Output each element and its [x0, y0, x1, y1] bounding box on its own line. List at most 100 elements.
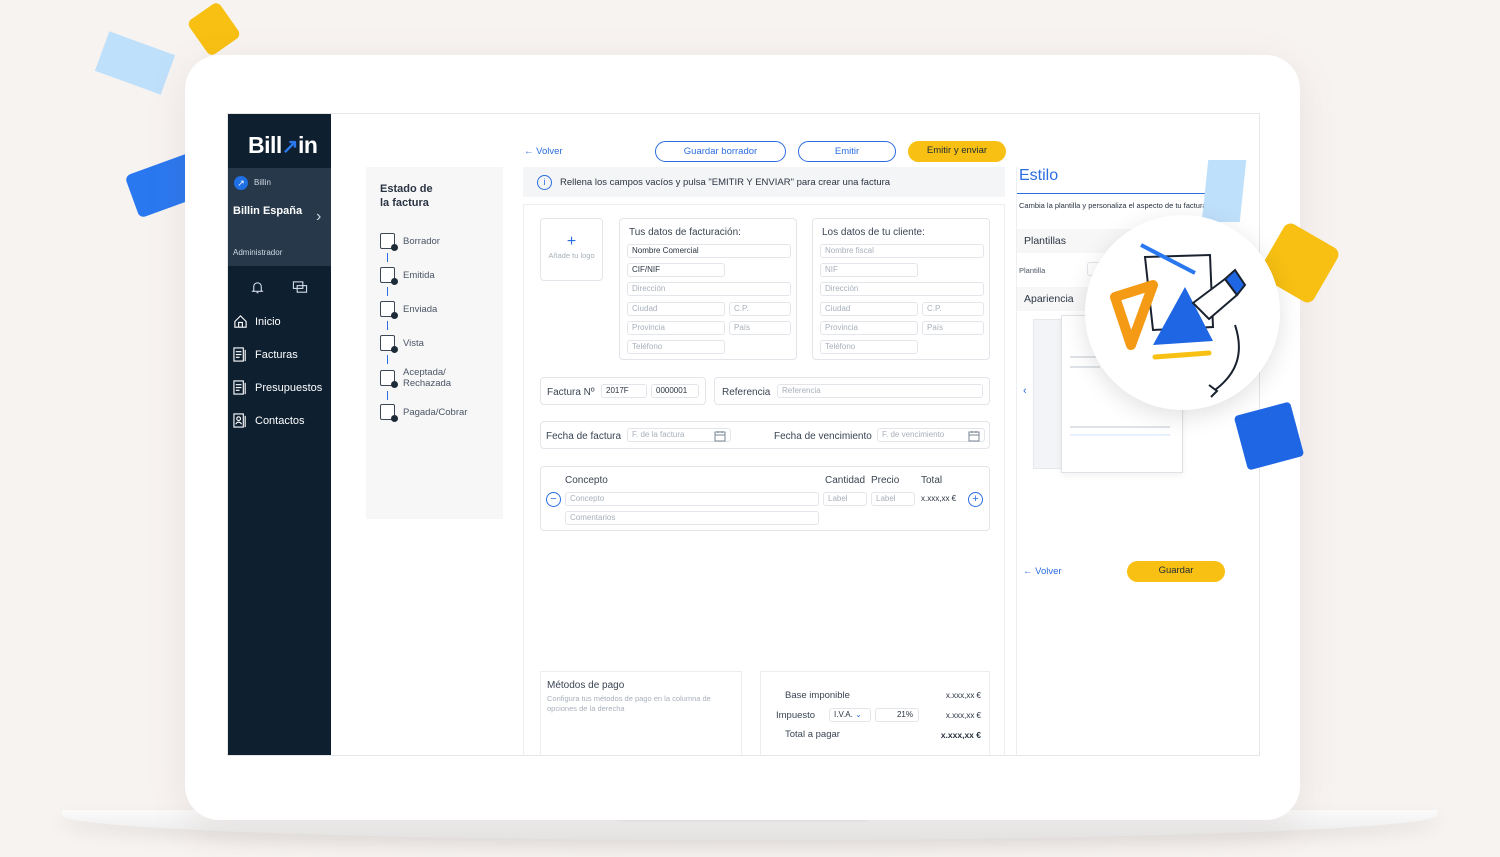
document-icon — [380, 335, 398, 353]
document-icon — [380, 404, 398, 422]
calendar-icon[interactable] — [714, 429, 726, 447]
concept-header: Concepto — [565, 475, 608, 486]
client-postal-code-field[interactable]: C.P. — [922, 302, 984, 316]
client-city-field[interactable]: Ciudad — [820, 302, 918, 316]
document-icon — [380, 267, 398, 285]
client-title: Los datos de tu cliente: — [822, 227, 925, 238]
client-address-field[interactable]: Dirección — [820, 282, 984, 296]
client-phone-field[interactable]: Teléfono — [820, 340, 918, 354]
address-field[interactable]: Dirección — [627, 282, 791, 296]
status-step-enviada: Enviada — [380, 301, 437, 319]
brand-name: Billin — [254, 178, 271, 187]
billing-data-card: Tus datos de facturación: Nombre Comerci… — [619, 218, 797, 360]
billing-title: Tus datos de facturación: — [629, 227, 741, 238]
calendar-icon[interactable] — [968, 429, 980, 447]
payment-description: Configura tus métodos de pago en la colu… — [547, 694, 711, 713]
add-line-icon[interactable]: + — [968, 492, 983, 507]
tax-rate-field[interactable]: 21% — [875, 708, 919, 722]
price-field[interactable]: Label — [871, 492, 915, 506]
company-name: Billin España — [233, 205, 303, 217]
info-text: Rellena los campos vacíos y pulsa "EMITI… — [560, 176, 891, 188]
status-step-pagada: Pagada/Cobrar — [380, 404, 467, 422]
comments-field[interactable]: Comentarios — [565, 511, 819, 525]
back-link[interactable]: ← Volver — [524, 146, 563, 157]
sidebar-item-label: Inicio — [255, 315, 281, 328]
invoice-form: + Añade tu logo Tus datos de facturación… — [523, 204, 1005, 755]
sidebar-item-label: Contactos — [255, 414, 305, 427]
design-tools-illustration — [1085, 215, 1280, 410]
reference-card: Referencia Referencia — [714, 377, 990, 405]
style-description: Cambia la plantilla y personaliza el asp… — [1019, 201, 1207, 210]
document-icon — [380, 301, 398, 319]
step-connector — [387, 287, 388, 296]
contacts-icon — [233, 413, 246, 428]
save-style-button[interactable]: Guardar — [1127, 561, 1225, 582]
commercial-name-field[interactable]: Nombre Comercial — [627, 244, 791, 258]
client-nif-field[interactable]: NIF — [820, 263, 918, 277]
province-field[interactable]: Provincia — [627, 321, 725, 335]
logo-upload[interactable]: + Añade tu logo — [540, 218, 603, 281]
sidebar-item-facturas[interactable]: Facturas — [233, 347, 298, 362]
invoice-date-label: Fecha de factura — [546, 431, 622, 442]
invoice-number-card: Factura Nº 2017F 0000001 — [540, 377, 706, 405]
status-step-emitida: Emitida — [380, 267, 435, 285]
quantity-header: Cantidad — [825, 475, 866, 486]
dates-card: Fecha de factura F. de la factura Fecha … — [540, 421, 990, 449]
document-icon — [380, 233, 398, 251]
invoice-lines-card: Concepto Cantidad Precio Total − Concept… — [540, 466, 990, 531]
sidebar-item-inicio[interactable]: Inicio — [233, 314, 281, 329]
confetti-lightblue-left — [94, 31, 176, 95]
sidebar-item-label: Presupuestos — [255, 381, 323, 394]
status-title: Estado de la factura — [380, 183, 433, 209]
templates-label: Plantillas — [1024, 235, 1067, 247]
concept-field[interactable]: Concepto — [565, 492, 819, 506]
total-header: Total — [921, 475, 943, 486]
appearance-label: Apariencia — [1024, 293, 1074, 305]
quote-icon — [233, 380, 246, 395]
country-field[interactable]: País — [729, 321, 791, 335]
emit-button[interactable]: Emitir — [798, 141, 896, 162]
app-screen: Bill↗in ↗ Billin Billin España › Adminis… — [227, 113, 1260, 756]
tax-type-select[interactable]: I.V.A. ⌄ — [829, 708, 871, 722]
sidebar-item-contactos[interactable]: Contactos — [233, 413, 305, 428]
status-step-borrador: Borrador — [380, 233, 440, 251]
sidebar-item-label: Facturas — [255, 348, 298, 361]
tax-value: x.xxx,xx € — [945, 711, 981, 720]
style-back-link[interactable]: ← Volver — [1023, 566, 1062, 577]
invoice-number-field[interactable]: 0000001 — [651, 384, 699, 398]
client-country-field[interactable]: País — [922, 321, 984, 335]
chevron-right-icon[interactable]: › — [316, 208, 321, 226]
sidebar-item-presupuestos[interactable]: Presupuestos — [233, 380, 322, 395]
total-value: x.xxx,xx € — [940, 730, 981, 740]
reference-field[interactable]: Referencia — [777, 384, 983, 398]
phone-field[interactable]: Teléfono — [627, 340, 725, 354]
postal-code-field[interactable]: C.P. — [729, 302, 791, 316]
home-icon — [234, 315, 247, 328]
emit-send-button[interactable]: Emitir y enviar — [908, 141, 1006, 162]
payment-methods-card: Métodos de pago Configura tus métodos de… — [540, 671, 742, 755]
client-fiscal-name-field[interactable]: Nombre fiscal — [820, 244, 984, 258]
step-connector — [387, 355, 388, 364]
messages-icon[interactable] — [292, 280, 308, 300]
chevron-down-icon: ⌄ — [855, 710, 862, 719]
due-date-label: Fecha de vencimiento — [774, 431, 872, 442]
quantity-field[interactable]: Label — [823, 492, 867, 506]
status-step-aceptada: Aceptada/ Rechazada — [380, 367, 451, 389]
cif-field[interactable]: CIF/NIF — [627, 263, 725, 277]
style-title: Estilo — [1019, 167, 1059, 184]
bell-icon[interactable] — [250, 280, 265, 300]
chevron-left-icon[interactable]: ‹ — [1023, 385, 1027, 397]
step-connector — [387, 253, 388, 262]
base-value: x.xxx,xx € — [945, 691, 981, 700]
client-province-field[interactable]: Provincia — [820, 321, 918, 335]
total-label: Total a pagar — [785, 729, 840, 740]
city-field[interactable]: Ciudad — [627, 302, 725, 316]
app-logo[interactable]: Bill↗in — [248, 132, 318, 159]
save-draft-button[interactable]: Guardar borrador — [655, 141, 786, 162]
company-selector[interactable]: ↗ Billin Billin España › Administrador — [228, 168, 331, 266]
payment-title: Métodos de pago — [547, 680, 625, 691]
brand-arrow-icon: ↗ — [234, 176, 248, 190]
remove-line-icon[interactable]: − — [546, 492, 561, 507]
invoice-series-field[interactable]: 2017F — [601, 384, 647, 398]
user-role: Administrador — [233, 248, 283, 257]
